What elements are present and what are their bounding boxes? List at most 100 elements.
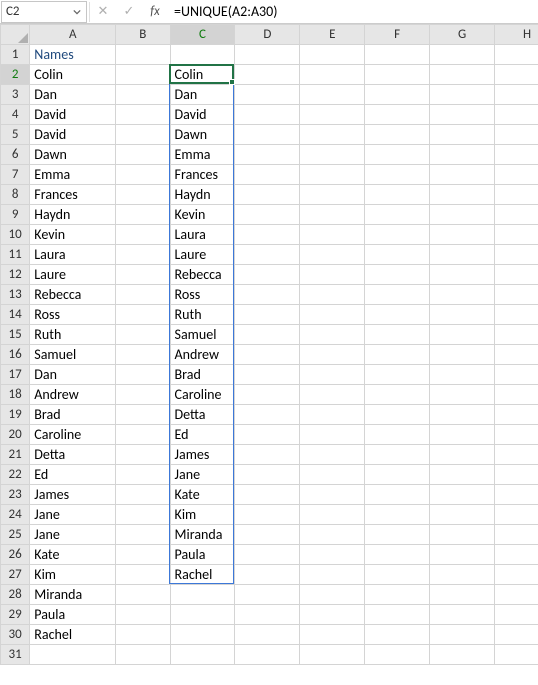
cell-F15[interactable]: [365, 325, 430, 345]
cell-A9[interactable]: Haydn: [30, 205, 116, 225]
cell-H4[interactable]: [495, 105, 538, 125]
cell-H10[interactable]: [495, 225, 538, 245]
cell-A8[interactable]: Frances: [30, 185, 116, 205]
cell-E24[interactable]: [300, 505, 365, 525]
cell-H16[interactable]: [495, 345, 538, 365]
cell-D20[interactable]: [235, 425, 300, 445]
cell-F28[interactable]: [365, 585, 430, 605]
name-box[interactable]: C2: [1, 1, 87, 23]
cell-E5[interactable]: [300, 125, 365, 145]
cell-D3[interactable]: [235, 85, 300, 105]
cell-H12[interactable]: [495, 265, 538, 285]
cell-A1[interactable]: Names: [30, 45, 116, 65]
cancel-button[interactable]: ✕: [90, 1, 116, 23]
cell-F25[interactable]: [365, 525, 430, 545]
cell-G9[interactable]: [430, 205, 495, 225]
cell-A29[interactable]: Paula: [30, 605, 116, 625]
row-header-22[interactable]: 22: [1, 465, 30, 485]
cell-A27[interactable]: Kim: [30, 565, 116, 585]
cell-F27[interactable]: [365, 565, 430, 585]
cell-H2[interactable]: [495, 65, 538, 85]
cell-B17[interactable]: [116, 365, 170, 385]
cell-C16[interactable]: Andrew: [170, 345, 235, 365]
cell-B1[interactable]: [116, 45, 170, 65]
cell-G14[interactable]: [430, 305, 495, 325]
cell-E21[interactable]: [300, 445, 365, 465]
row-header-17[interactable]: 17: [1, 365, 30, 385]
cell-G5[interactable]: [430, 125, 495, 145]
cell-E14[interactable]: [300, 305, 365, 325]
cell-E3[interactable]: [300, 85, 365, 105]
cell-E22[interactable]: [300, 465, 365, 485]
cell-A6[interactable]: Dawn: [30, 145, 116, 165]
cell-F10[interactable]: [365, 225, 430, 245]
cell-G13[interactable]: [430, 285, 495, 305]
cell-E17[interactable]: [300, 365, 365, 385]
cell-G20[interactable]: [430, 425, 495, 445]
cell-G2[interactable]: [430, 65, 495, 85]
cell-E8[interactable]: [300, 185, 365, 205]
row-header-19[interactable]: 19: [1, 405, 30, 425]
cell-D8[interactable]: [235, 185, 300, 205]
row-header-26[interactable]: 26: [1, 545, 30, 565]
row-header-18[interactable]: 18: [1, 385, 30, 405]
cell-F11[interactable]: [365, 245, 430, 265]
chevron-down-icon[interactable]: [70, 5, 84, 19]
enter-button[interactable]: ✓: [116, 1, 142, 23]
cell-B3[interactable]: [116, 85, 170, 105]
cell-D1[interactable]: [235, 45, 300, 65]
cell-A12[interactable]: Laure: [30, 265, 116, 285]
cell-B26[interactable]: [116, 545, 170, 565]
cell-E29[interactable]: [300, 605, 365, 625]
cell-F19[interactable]: [365, 405, 430, 425]
cell-E31[interactable]: [300, 645, 365, 665]
cell-F26[interactable]: [365, 545, 430, 565]
column-header-E[interactable]: E: [300, 25, 365, 45]
cell-E25[interactable]: [300, 525, 365, 545]
cell-E2[interactable]: [300, 65, 365, 85]
cell-E1[interactable]: [300, 45, 365, 65]
cell-E20[interactable]: [300, 425, 365, 445]
cell-H3[interactable]: [495, 85, 538, 105]
cell-H14[interactable]: [495, 305, 538, 325]
cell-B13[interactable]: [116, 285, 170, 305]
cell-D4[interactable]: [235, 105, 300, 125]
cell-A21[interactable]: Detta: [30, 445, 116, 465]
cell-G26[interactable]: [430, 545, 495, 565]
cell-D30[interactable]: [235, 625, 300, 645]
cell-E16[interactable]: [300, 345, 365, 365]
cell-H9[interactable]: [495, 205, 538, 225]
cell-G24[interactable]: [430, 505, 495, 525]
cell-C25[interactable]: Miranda: [170, 525, 235, 545]
cell-A20[interactable]: Caroline: [30, 425, 116, 445]
cell-B24[interactable]: [116, 505, 170, 525]
cell-F16[interactable]: [365, 345, 430, 365]
cell-A16[interactable]: Samuel: [30, 345, 116, 365]
row-header-15[interactable]: 15: [1, 325, 30, 345]
spreadsheet-grid[interactable]: ABCDEFGH 1Names2ColinColin3DanDan4DavidD…: [0, 24, 538, 665]
cell-D15[interactable]: [235, 325, 300, 345]
cell-B12[interactable]: [116, 265, 170, 285]
row-header-31[interactable]: 31: [1, 645, 30, 665]
cell-C12[interactable]: Rebecca: [170, 265, 235, 285]
cell-F7[interactable]: [365, 165, 430, 185]
cell-D11[interactable]: [235, 245, 300, 265]
cell-C14[interactable]: Ruth: [170, 305, 235, 325]
cell-G16[interactable]: [430, 345, 495, 365]
row-header-5[interactable]: 5: [1, 125, 30, 145]
cell-E6[interactable]: [300, 145, 365, 165]
cell-F31[interactable]: [365, 645, 430, 665]
cell-G28[interactable]: [430, 585, 495, 605]
cell-G22[interactable]: [430, 465, 495, 485]
cell-D27[interactable]: [235, 565, 300, 585]
cell-C5[interactable]: Dawn: [170, 125, 235, 145]
cell-G27[interactable]: [430, 565, 495, 585]
row-header-10[interactable]: 10: [1, 225, 30, 245]
row-header-25[interactable]: 25: [1, 525, 30, 545]
cell-E4[interactable]: [300, 105, 365, 125]
cell-C23[interactable]: Kate: [170, 485, 235, 505]
cell-E19[interactable]: [300, 405, 365, 425]
cell-C7[interactable]: Frances: [170, 165, 235, 185]
cell-E26[interactable]: [300, 545, 365, 565]
cell-F3[interactable]: [365, 85, 430, 105]
